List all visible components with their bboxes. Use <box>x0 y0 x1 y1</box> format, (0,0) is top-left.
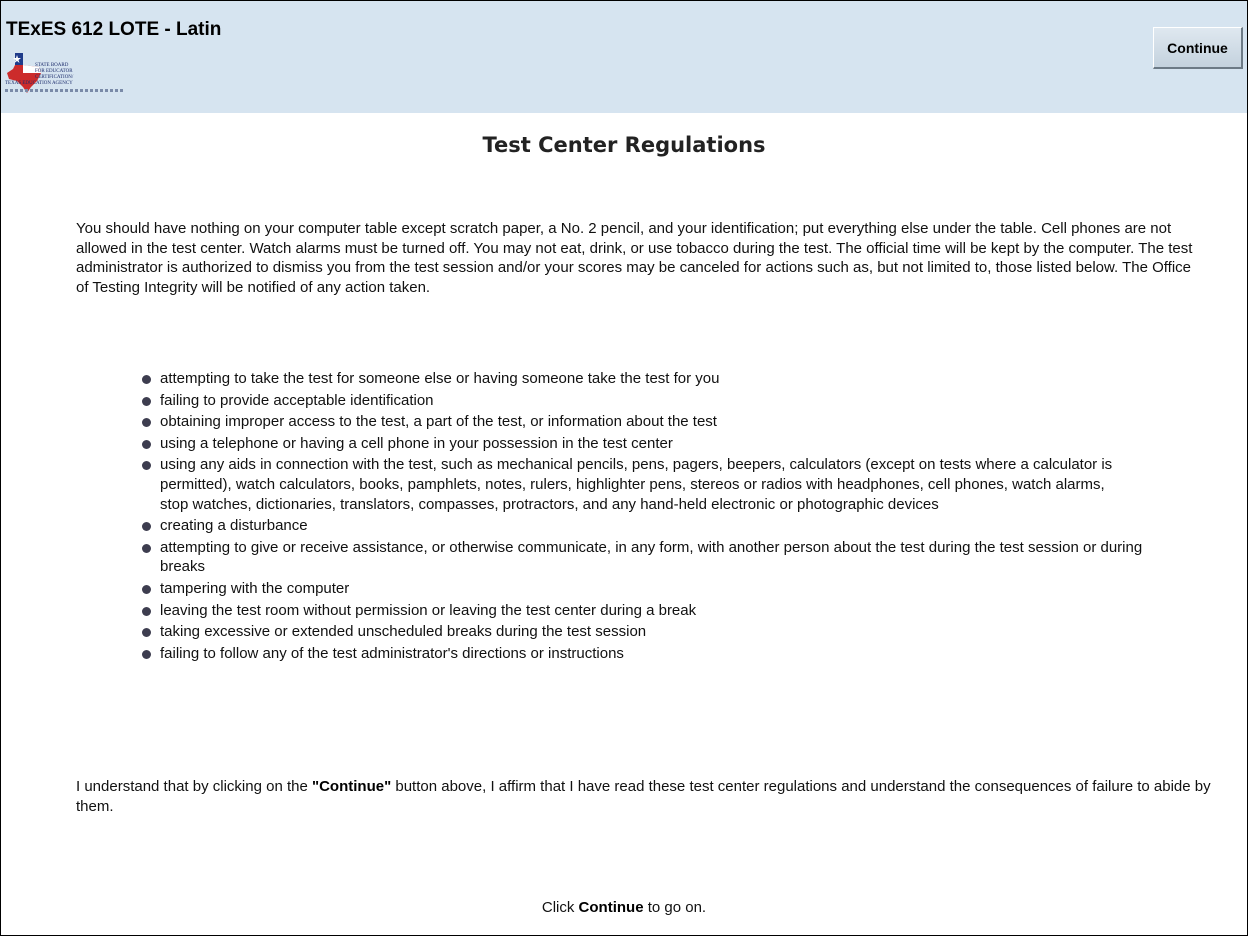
list-item: failing to provide acceptable identifica… <box>139 391 1199 411</box>
list-item: obtaining improper access to the test, a… <box>139 412 1199 432</box>
regulations-list: attempting to take the test for someone … <box>139 369 1199 665</box>
instruction-text-start: Click <box>541 899 579 916</box>
affirm-continue-emphasis: "Continue" <box>311 778 392 795</box>
instruction-continue-emphasis: Continue <box>578 899 644 916</box>
bullet-icon <box>142 439 151 449</box>
list-item-text: failing to follow any of the test admini… <box>160 644 624 662</box>
app-title: TExES 612 LOTE - Latin <box>6 19 222 40</box>
bullet-icon <box>142 375 151 384</box>
list-item: leaving the test room without permission… <box>139 601 1199 621</box>
list-item-text: using a telephone or having a cell phone… <box>160 434 673 452</box>
intro-paragraph: You should have nothing on your computer… <box>76 220 1193 296</box>
list-item-text: failing to provide acceptable identifica… <box>160 391 434 409</box>
list-item-text: using any aids in connection with the te… <box>160 456 1113 513</box>
bullet-icon <box>142 606 151 616</box>
continue-instruction: Click Continue to go on. <box>1 899 1247 916</box>
list-item: attempting to give or receive assistance… <box>139 538 1150 577</box>
list-item-text: tampering with the computer <box>160 579 350 597</box>
page-frame: TExES 612 LOTE - Latin STATE BOARD FOR E… <box>0 0 1248 936</box>
logo-fineprint <box>5 89 123 92</box>
affirm-text-start: I understand that by clicking on the <box>76 778 312 795</box>
logo-line-4: TEXAS EDUCATION AGENCY <box>5 81 73 86</box>
header-bar: TExES 612 LOTE - Latin STATE BOARD FOR E… <box>1 1 1247 113</box>
list-item: failing to follow any of the test admini… <box>139 644 1199 664</box>
list-item-text: obtaining improper access to the test, a… <box>160 413 717 431</box>
list-item-text: attempting to take the test for someone … <box>160 370 720 387</box>
page-title: Test Center Regulations <box>482 133 766 157</box>
instruction-text-end: to go on. <box>643 899 707 916</box>
list-item: using any aids in connection with the te… <box>139 455 1120 514</box>
list-item: tampering with the computer <box>139 579 1199 599</box>
bullet-icon <box>142 584 151 594</box>
bullet-icon <box>142 461 151 471</box>
list-item: using a telephone or having a cell phone… <box>139 434 1199 454</box>
bullet-icon <box>142 396 151 406</box>
texas-education-agency-logo: STATE BOARD FOR EDUCATOR CERTIFICATION/ … <box>5 51 125 99</box>
list-item: taking excessive or extended unscheduled… <box>139 622 1199 642</box>
list-item: creating a disturbance <box>139 516 1199 536</box>
list-item-text: leaving the test room without permission… <box>160 601 697 619</box>
bullet-icon <box>142 649 151 659</box>
list-item-text: taking excessive or extended unscheduled… <box>160 623 647 641</box>
bullet-icon <box>142 522 151 532</box>
list-item-text: attempting to give or receive assistance… <box>160 538 1143 576</box>
bullet-icon <box>142 543 151 553</box>
list-item: attempting to take the test for someone … <box>139 369 1199 389</box>
list-item-text: creating a disturbance <box>160 517 308 535</box>
affirmation-paragraph: I understand that by clicking on the "Co… <box>76 777 1216 816</box>
bullet-icon <box>142 628 151 638</box>
continue-button[interactable]: Continue <box>1153 27 1243 69</box>
bullet-icon <box>142 418 151 428</box>
